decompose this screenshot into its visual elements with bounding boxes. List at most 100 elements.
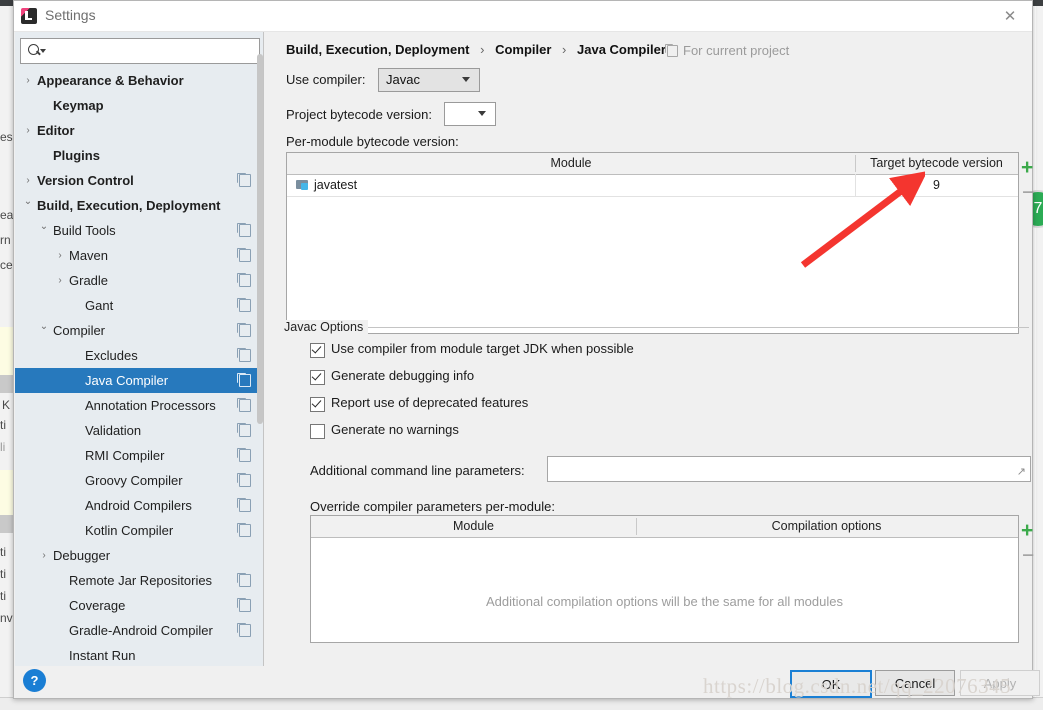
dialog-title-bar: Settings ✕ — [14, 1, 1032, 32]
sidebar-item-debugger[interactable]: ›Debugger — [15, 543, 263, 568]
sidebar-item-version-control[interactable]: ›Version Control — [15, 168, 263, 193]
sidebar-item-label: Maven — [69, 243, 108, 268]
breadcrumb-part-3[interactable]: Java Compiler — [577, 42, 666, 57]
column-header-target-bytecode-version[interactable]: Target bytecode version — [856, 153, 1017, 174]
copy-settings-icon[interactable] — [239, 274, 251, 287]
copy-settings-icon[interactable] — [239, 424, 251, 437]
chevron-down-icon[interactable]: ⌄ — [37, 314, 51, 339]
dialog-title: Settings — [45, 7, 96, 23]
expand-icon[interactable]: ↗ — [1017, 465, 1026, 478]
copy-settings-icon[interactable] — [239, 324, 251, 337]
search-input[interactable] — [49, 42, 253, 61]
checkbox-label: Report use of deprecated features — [331, 395, 528, 410]
javac-options-group-title: Javac Options — [284, 320, 368, 334]
project-bytecode-select[interactable] — [444, 102, 496, 126]
sidebar-item-compiler[interactable]: ⌄Compiler — [15, 318, 263, 343]
checkbox-box[interactable] — [310, 397, 325, 412]
bg-text-fragment: ea — [0, 208, 13, 222]
sidebar-item-android-compilers[interactable]: Android Compilers — [15, 493, 263, 518]
chevron-right-icon[interactable]: › — [53, 243, 67, 268]
copy-settings-icon[interactable] — [239, 624, 251, 637]
sidebar-item-instant-run[interactable]: Instant Run — [15, 643, 263, 666]
scope-note: For current project — [683, 43, 789, 58]
sidebar-item-java-compiler[interactable]: Java Compiler — [15, 368, 263, 393]
sidebar-item-label: Annotation Processors — [85, 393, 216, 418]
sidebar-item-remote-jar-repositories[interactable]: Remote Jar Repositories — [15, 568, 263, 593]
copy-settings-icon[interactable] — [239, 299, 251, 312]
table-header-row: Module Compilation options — [311, 516, 1018, 538]
sidebar-item-maven[interactable]: ›Maven — [15, 243, 263, 268]
add-override-button[interactable]: + — [1021, 520, 1033, 541]
override-compiler-params-table[interactable]: Module Compilation options Additional co… — [310, 515, 1019, 643]
sidebar-item-excludes[interactable]: Excludes — [15, 343, 263, 368]
row-cell-divider — [855, 174, 856, 196]
bg-gray-band-2 — [0, 515, 14, 533]
sidebar-item-gant[interactable]: Gant — [15, 293, 263, 318]
sidebar-item-kotlin-compiler[interactable]: Kotlin Compiler — [15, 518, 263, 543]
additional-params-input[interactable]: ↗ — [547, 456, 1031, 482]
module-bytecode-table[interactable]: Module Target bytecode version javatest … — [286, 152, 1019, 334]
use-compiler-value: Javac — [386, 72, 420, 87]
copy-settings-icon[interactable] — [239, 399, 251, 412]
sidebar-item-plugins[interactable]: Plugins — [15, 143, 263, 168]
checkbox-label: Generate debugging info — [331, 368, 474, 383]
bg-text-fragment: ce — [0, 258, 13, 272]
sidebar-scrollbar[interactable] — [257, 54, 263, 424]
sidebar-item-gradle-android-compiler[interactable]: Gradle-Android Compiler — [15, 618, 263, 643]
copy-settings-icon[interactable] — [239, 474, 251, 487]
sidebar-item-rmi-compiler[interactable]: RMI Compiler — [15, 443, 263, 468]
sidebar-item-label: Plugins — [53, 143, 100, 168]
help-button[interactable]: ? — [23, 669, 46, 692]
settings-tree[interactable]: ›Appearance & BehaviorKeymap›EditorPlugi… — [15, 68, 263, 666]
chevron-right-icon[interactable]: › — [21, 68, 35, 93]
sidebar-item-build-execution-deployment[interactable]: ⌄Build, Execution, Deployment — [15, 193, 263, 218]
sidebar-item-annotation-processors[interactable]: Annotation Processors — [15, 393, 263, 418]
copy-settings-icon[interactable] — [239, 249, 251, 262]
add-module-button[interactable]: + — [1021, 157, 1033, 178]
copy-settings-icon[interactable] — [239, 574, 251, 587]
copy-settings-icon[interactable] — [239, 374, 251, 387]
bg-text-fragment: nv — [0, 611, 13, 625]
sidebar-item-coverage[interactable]: Coverage — [15, 593, 263, 618]
copy-settings-icon[interactable] — [239, 449, 251, 462]
additional-params-label: Additional command line parameters: — [310, 463, 525, 478]
breadcrumb-part-1[interactable]: Build, Execution, Deployment — [286, 42, 469, 57]
search-box[interactable] — [20, 38, 260, 64]
checkbox-box[interactable] — [310, 424, 325, 439]
copy-settings-icon[interactable] — [239, 224, 251, 237]
remove-override-button[interactable]: − — [1022, 545, 1034, 566]
column-header-compilation-options[interactable]: Compilation options — [637, 516, 1016, 537]
scope-note-label: For current project — [683, 43, 789, 58]
chevron-down-icon[interactable]: ⌄ — [21, 189, 35, 214]
close-icon[interactable]: ✕ — [988, 1, 1032, 31]
sidebar-item-gradle[interactable]: ›Gradle — [15, 268, 263, 293]
checkbox-box[interactable] — [310, 370, 325, 385]
module-icon — [296, 179, 309, 190]
use-compiler-select[interactable]: Javac — [378, 68, 480, 92]
sidebar-item-editor[interactable]: ›Editor — [15, 118, 263, 143]
sidebar-item-validation[interactable]: Validation — [15, 418, 263, 443]
chevron-down-icon[interactable]: ⌄ — [37, 214, 51, 239]
column-header-module[interactable]: Module — [287, 153, 855, 174]
sidebar-item-appearance-behavior[interactable]: ›Appearance & Behavior — [15, 68, 263, 93]
copy-settings-icon[interactable] — [239, 599, 251, 612]
chevron-right-icon[interactable]: › — [37, 543, 51, 568]
copy-settings-icon[interactable] — [239, 499, 251, 512]
cell-target-bytecode-version[interactable]: 9 — [856, 174, 1017, 196]
copy-settings-icon[interactable] — [239, 174, 251, 187]
checkbox-label: Use compiler from module target JDK when… — [331, 341, 634, 356]
copy-settings-icon[interactable] — [239, 524, 251, 537]
sidebar-item-build-tools[interactable]: ⌄Build Tools — [15, 218, 263, 243]
remove-module-button[interactable]: − — [1022, 182, 1034, 203]
copy-settings-icon[interactable] — [239, 349, 251, 362]
checkbox-box[interactable] — [310, 343, 325, 358]
breadcrumb-part-2[interactable]: Compiler — [495, 42, 551, 57]
breadcrumb-separator: › — [480, 42, 484, 57]
chevron-right-icon[interactable]: › — [21, 118, 35, 143]
sidebar-item-keymap[interactable]: Keymap — [15, 93, 263, 118]
table-row[interactable]: javatest 9 — [287, 174, 1018, 197]
search-dropdown-icon[interactable] — [40, 49, 46, 53]
column-header-module[interactable]: Module — [311, 516, 636, 537]
chevron-right-icon[interactable]: › — [53, 268, 67, 293]
sidebar-item-groovy-compiler[interactable]: Groovy Compiler — [15, 468, 263, 493]
